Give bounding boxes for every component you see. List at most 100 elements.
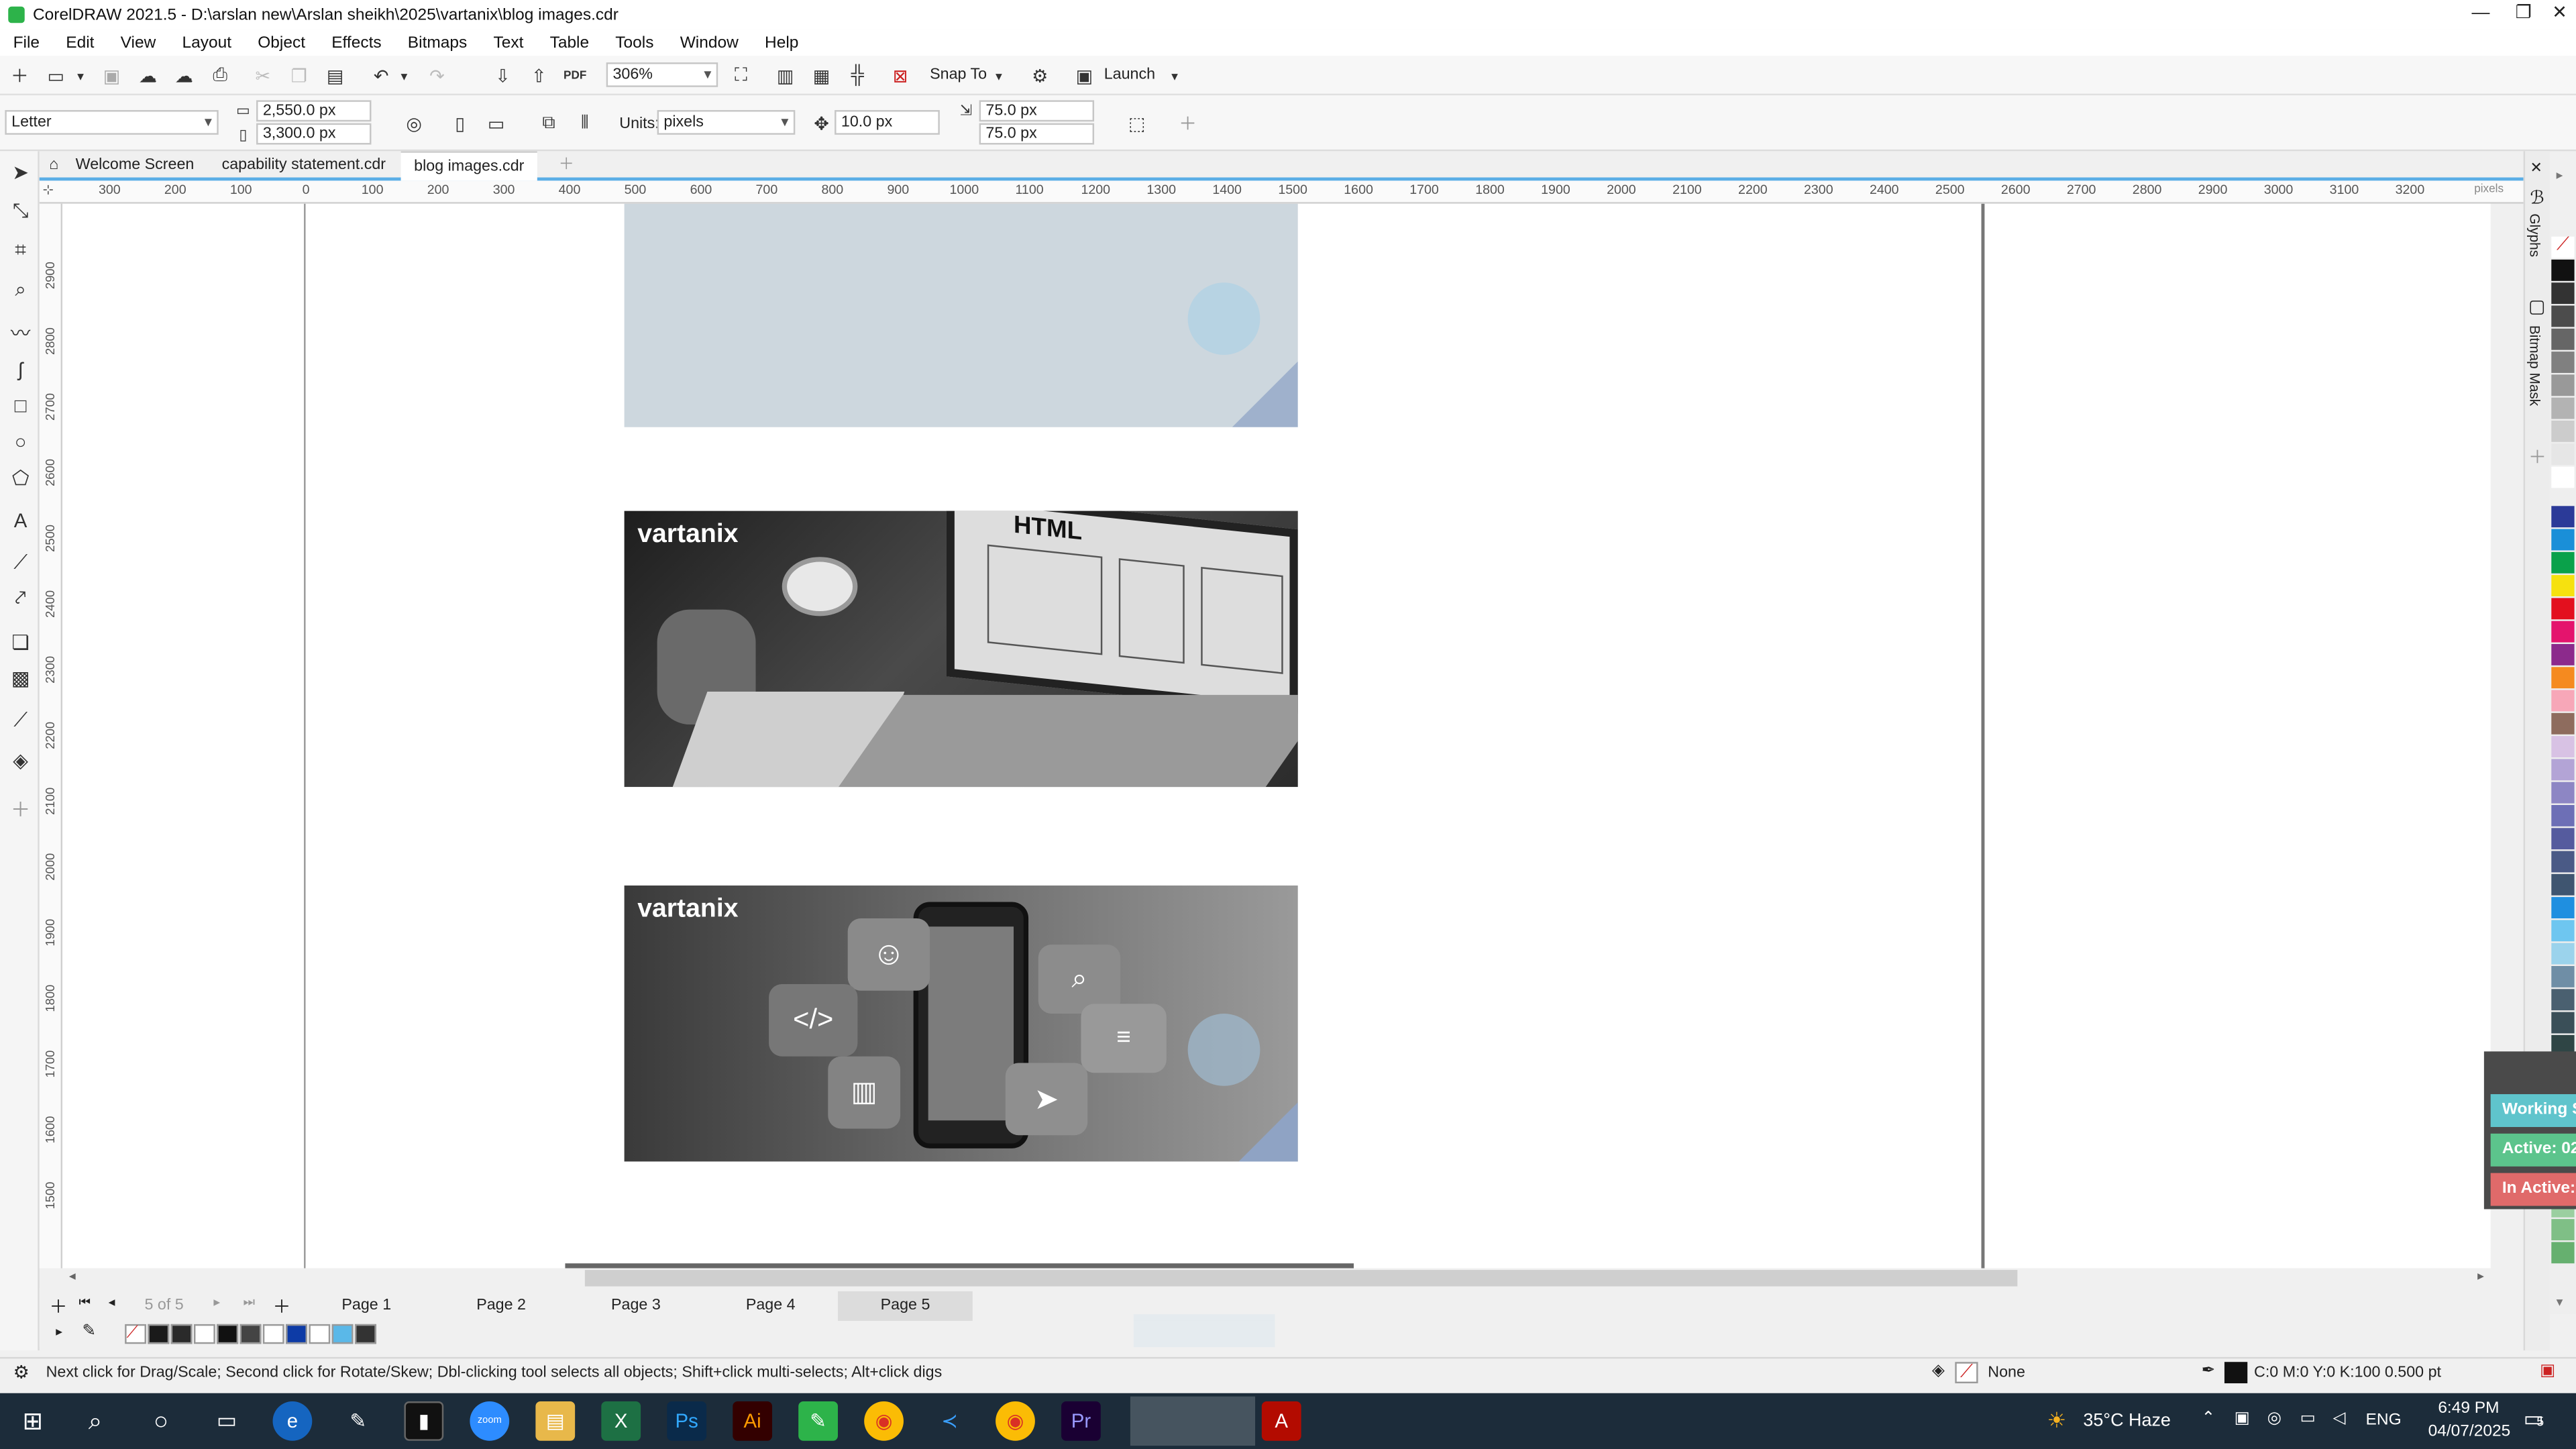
shape-tool-icon[interactable]: ⤡ [7,197,35,225]
blog-image-html-laptop[interactable]: vartanix HTML [624,511,1298,788]
color-swatch[interactable] [2551,690,2575,712]
palette-scroll-down-icon[interactable]: ▾ [2557,1295,2563,1309]
color-swatch[interactable] [170,1324,193,1344]
transparency-tool-icon[interactable]: ▩ [7,663,35,692]
horizontal-scrollbar-thumb[interactable] [584,1270,2018,1287]
full-screen-preview-icon[interactable]: ⛶ [728,62,754,89]
color-swatch[interactable] [262,1324,284,1344]
undo-dropdown-icon[interactable]: ▾ [396,62,412,89]
color-swatch[interactable] [2551,575,2575,596]
palette-eyedropper-icon[interactable]: ✎ [82,1322,96,1340]
color-swatch[interactable] [2551,506,2575,528]
copy-icon[interactable]: ❐ [286,62,312,89]
menu-help[interactable]: Help [751,34,812,52]
horizontal-ruler[interactable]: ⊹ 300 200 100 0 100 200 300 400 500 600 … [39,180,2524,204]
color-swatch[interactable] [2551,897,2575,918]
show-rulers-icon[interactable]: ▥ [772,62,798,89]
ruler-origin[interactable]: ⊹ [43,182,54,197]
window-thumbnail-preview[interactable] [1130,1396,1256,1446]
show-guides-icon[interactable]: ╬ [845,62,871,89]
minimize-button[interactable]: — [2458,0,2504,30]
color-swatch[interactable] [2551,259,2575,281]
color-swatch[interactable] [2551,989,2575,1011]
file-explorer-icon[interactable]: ▤ [535,1401,576,1441]
freehand-tool-icon[interactable]: 〰 [7,319,35,347]
premiere-icon[interactable]: Pr [1061,1401,1101,1441]
drawing-canvas[interactable]: vartanix HTML vartanix ☺ </> ⌕ ≡ ▥ ➤ [62,203,2491,1269]
horizontal-scrollbar[interactable]: ◂ ▸ [62,1268,2491,1289]
color-swatch[interactable] [286,1324,307,1344]
edge-icon[interactable]: e [272,1401,313,1441]
connector-tool-icon[interactable]: ⤤ [7,585,35,613]
weather-text[interactable]: 35°C Haze [2083,1411,2171,1431]
polygon-tool-icon[interactable]: ⬠ [7,464,35,492]
scroll-left-icon[interactable]: ◂ [69,1269,76,1283]
menu-edit[interactable]: Edit [53,34,107,52]
cloud-save-icon[interactable]: ☁ [171,62,197,89]
color-swatch[interactable] [2551,397,2575,419]
color-swatch[interactable] [2551,466,2575,488]
bitmap-mask-icon[interactable]: ▢ [2528,296,2545,317]
color-swatch[interactable] [2551,712,2575,735]
tray-overflow-icon[interactable]: ⌃ [2202,1409,2216,1428]
glyphs-icon[interactable]: ℬ [2530,187,2544,209]
crop-tool-icon[interactable]: ⌗ [7,237,35,265]
color-swatch[interactable] [2551,305,2575,327]
redo-icon[interactable]: ↷ [424,62,450,89]
artistic-media-icon[interactable]: ʃ [7,355,35,383]
color-swatch[interactable] [2551,782,2575,804]
undo-icon[interactable]: ↶ [368,62,394,89]
units-select[interactable]: pixels [657,110,796,135]
add-page-after-icon[interactable]: ＋ [273,1293,291,1319]
color-swatch[interactable] [2551,598,2575,620]
blog-image-mobile-ui[interactable]: vartanix ☺ </> ⌕ ≡ ▥ ➤ [624,885,1298,1162]
ellipse-tool-icon[interactable]: ○ [7,427,35,455]
launch-dropdown-icon[interactable]: ▾ [1167,62,1183,89]
color-swatch[interactable] [2551,851,2575,873]
terminal-icon[interactable]: ▮ [404,1401,444,1441]
zoom-level-field[interactable]: 306% [606,62,718,87]
landscape-icon[interactable]: ▭ [483,110,509,136]
scroll-right-icon[interactable]: ▸ [2477,1269,2484,1283]
color-swatch[interactable] [2551,1242,2575,1264]
blog-image-blank[interactable] [624,203,1298,427]
duplicate-distance-x-field[interactable]: 75.0 px [979,100,1095,122]
color-swatch[interactable] [2551,873,2575,896]
nudge-distance-field[interactable]: 10.0 px [835,110,940,135]
windows-start-icon[interactable]: ⊞ [13,1401,53,1441]
launch-icon[interactable]: ▣ [1071,62,1097,89]
snap-to-dropdown-icon[interactable]: ▾ [991,62,1007,89]
clock-time[interactable]: 6:49 PM [2438,1400,2499,1418]
tab-blog-images[interactable]: blog images.cdr [400,151,537,181]
rectangle-tool-icon[interactable]: □ [7,391,35,419]
fill-swatch[interactable]: ⟋ [1955,1362,1978,1384]
color-swatch[interactable] [2551,805,2575,826]
palette-arrow-icon[interactable]: ▸ [2557,168,2563,182]
save-icon[interactable]: ▣ [99,62,125,89]
add-page-before-icon[interactable]: ＋ [49,1293,67,1319]
page-size-select[interactable]: Letter [5,110,219,135]
cut-icon[interactable]: ✂ [250,62,276,89]
close-button[interactable]: ✕ [2536,0,2576,30]
chrome-icon[interactable]: ◉ [864,1401,904,1441]
photoshop-icon[interactable]: Ps [667,1401,707,1441]
color-swatch[interactable] [217,1324,239,1344]
open-folder-icon[interactable]: ▭ [43,62,69,89]
color-swatch[interactable] [331,1324,354,1344]
excel-icon[interactable]: X [601,1401,641,1441]
color-proof-icon[interactable]: ▣ [2540,1362,2555,1380]
color-swatch[interactable] [2551,667,2575,689]
no-color-swatch[interactable]: ⟋ [125,1324,146,1344]
duplicate-distance-y-field[interactable]: 75.0 px [979,123,1095,145]
color-swatch[interactable] [2551,328,2575,350]
first-page-icon[interactable]: ⏮ [79,1295,91,1311]
color-swatch[interactable] [2551,736,2575,757]
snap-off-icon[interactable]: ⊠ [887,62,913,89]
previous-page-icon[interactable]: ◂ [109,1295,115,1309]
docker-close-icon[interactable]: ✕ [2530,160,2542,178]
tray-app-icon[interactable]: ▣ [2235,1409,2250,1428]
docker-tab-glyphs[interactable]: Glyphs [2527,213,2543,257]
export-icon[interactable]: ⇧ [526,62,552,89]
color-swatch[interactable] [354,1324,376,1344]
pick-tool-icon[interactable]: ➤ [7,158,35,186]
